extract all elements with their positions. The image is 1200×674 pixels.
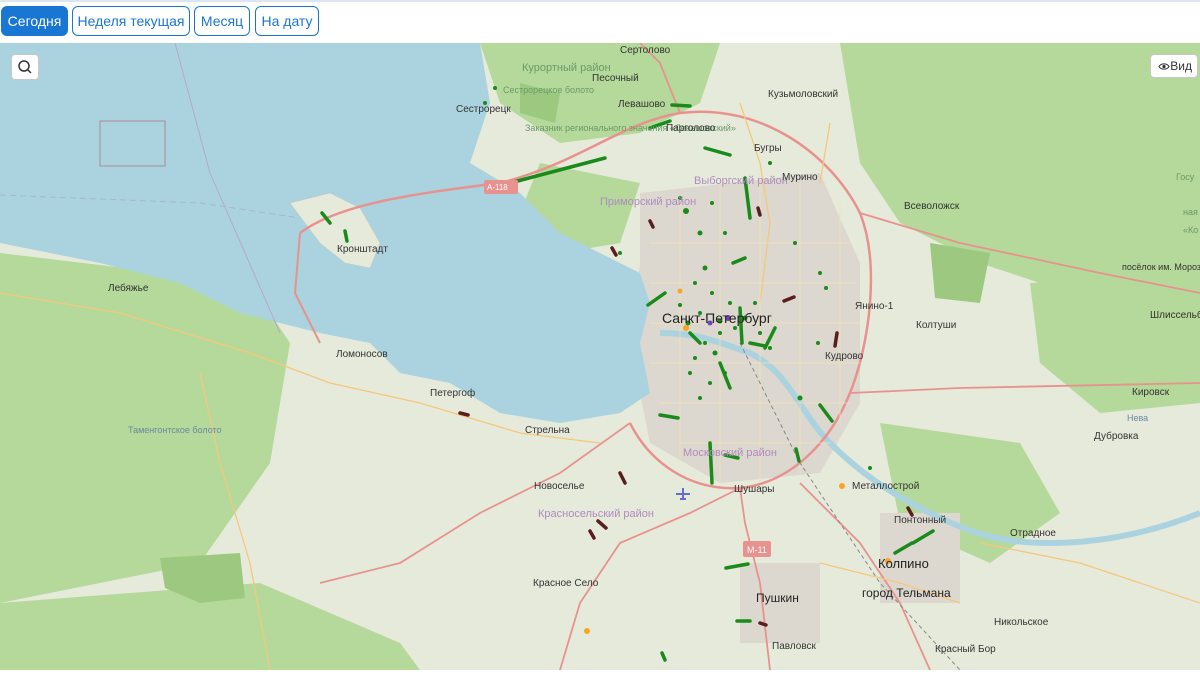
label-pargolovo: Парголово (666, 123, 716, 134)
label-lomonosov: Ломоносов (336, 349, 388, 360)
label-kudrovo: Кудрово (825, 351, 864, 362)
label-kronshtadt: Кронштадт (337, 244, 388, 255)
search-icon (18, 60, 32, 74)
label-tamengont: Таменгонтское болото (128, 425, 222, 435)
label-vsevolozhsk: Всеволожск (904, 201, 960, 212)
label-nikolskoe: Никольское (994, 617, 1049, 628)
label-pushkin: Пушкин (756, 591, 799, 605)
label-m11: М-11 (747, 545, 767, 555)
period-tabbar: Сегодня Неделя текущая Месяц На дату (0, 0, 1200, 42)
tab-on-date[interactable]: На дату (255, 6, 319, 36)
label-krasnoe-selo: Красное Село (533, 578, 599, 589)
label-dubrovka: Дубровка (1094, 430, 1139, 442)
label-otradnoe: Отрадное (1010, 528, 1056, 539)
event-line (343, 229, 349, 243)
label-murino: Мурино (782, 172, 818, 183)
view-button-label: Вид (1170, 59, 1192, 73)
label-metallostroy: Металлострой (852, 481, 919, 492)
map-view-button[interactable]: Вид (1150, 54, 1198, 78)
tab-current-week[interactable]: Неделя текущая (72, 6, 190, 36)
label-pontonny: Понтонный (894, 515, 946, 526)
label-kirovsk: Кировск (1132, 387, 1170, 398)
label-krasnoselsky: Красносельский район (538, 508, 654, 520)
label-koltushi: Колтуши (916, 320, 956, 331)
map-search-button[interactable] (11, 54, 39, 80)
label-right-edge-2: ная (1183, 207, 1198, 217)
label-pavlovsk: Павловск (772, 641, 817, 652)
label-moskovsky: Московский район (683, 447, 777, 459)
label-pesochny: Песочный (592, 73, 639, 84)
label-posyolok-morozova: посёлок им. Морозова (1122, 262, 1200, 272)
label-primorsky: Приморский район (600, 196, 696, 208)
label-spb: Санкт-Петербург (662, 310, 772, 326)
eye-icon (1158, 63, 1170, 70)
bottom-strip (0, 670, 1200, 674)
label-shlisselburg: Шлиссельбург (1150, 309, 1200, 321)
label-krasny-bor: Красный Бор (935, 644, 996, 655)
map-canvas[interactable]: Сертолово Курортный район Сестрорецк Пес… (0, 43, 1200, 670)
label-telmana: город Тельмана (862, 586, 951, 600)
label-right-edge-3: «Ко (1183, 225, 1198, 235)
label-a118: А-118 (487, 183, 508, 192)
label-petergof: Петергоф (430, 387, 475, 399)
label-kuzmolovsky: Кузьмоловский (768, 89, 838, 100)
event-line (670, 103, 692, 108)
tab-month[interactable]: Месяц (194, 6, 250, 36)
label-sestroretsk: Сестрорецк (456, 104, 511, 115)
label-strelna: Стрельна (525, 425, 570, 436)
label-shushary: Шушары (734, 484, 775, 495)
label-bugry: Бугры (754, 143, 782, 154)
label-right-edge-1: Госу (1176, 172, 1195, 182)
map-view[interactable]: Сертолово Курортный район Сестрорецк Пес… (0, 43, 1200, 670)
label-neva: Нева (1127, 413, 1148, 423)
tab-today[interactable]: Сегодня (1, 6, 68, 36)
label-vyborgsky: Выборгский район (694, 175, 788, 187)
label-yanino: Янино-1 (855, 301, 894, 312)
label-novoselye: Новоселье (534, 481, 585, 492)
label-sertolovo: Сертолово (620, 45, 671, 56)
label-levashovo: Левашово (618, 99, 666, 110)
label-kolpino: Колпино (878, 556, 929, 571)
label-lebyazhye: Лебяжье (108, 282, 149, 294)
label-sestroretskoe-boloto: Сестрорецкое болото (503, 85, 594, 95)
